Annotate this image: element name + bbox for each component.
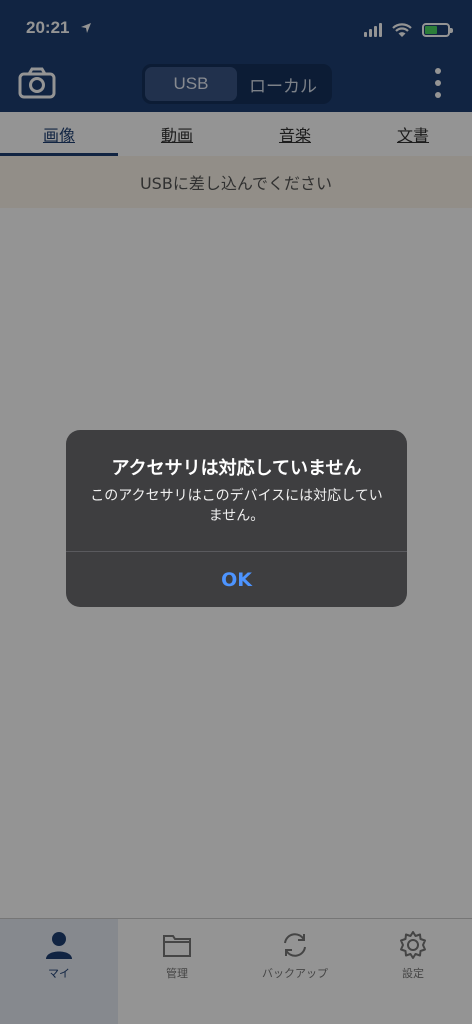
alert-title: アクセサリは対応していません <box>111 458 362 479</box>
alert-message: このアクセサリはこのデバイスには対応していません。 <box>90 488 383 524</box>
alert-ok-button[interactable]: OK <box>66 552 407 607</box>
unsupported-accessory-alert: アクセサリは対応していません このアクセサリはこのデバイスには対応していません。… <box>66 430 407 607</box>
